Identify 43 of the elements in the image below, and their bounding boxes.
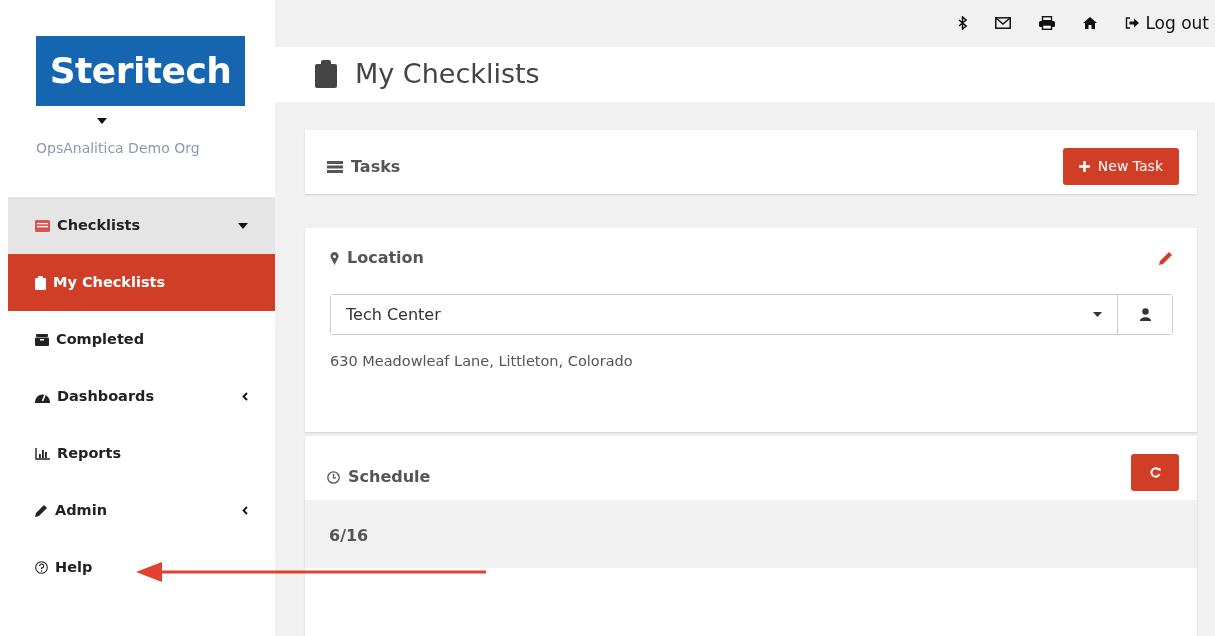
sidebar-item[interactable]: Help bbox=[8, 539, 275, 596]
panel-title: Location bbox=[347, 247, 424, 269]
map-pin-icon bbox=[330, 251, 339, 265]
sidebar-item[interactable]: Checklists bbox=[8, 197, 275, 254]
print-icon[interactable] bbox=[1039, 16, 1056, 31]
user-button[interactable] bbox=[1117, 295, 1172, 334]
sidebar-item[interactable]: Dashboards bbox=[8, 368, 275, 425]
bluetooth-icon[interactable] bbox=[958, 16, 968, 31]
chevron-icon bbox=[242, 506, 248, 515]
logout-button[interactable]: Log out bbox=[1125, 10, 1209, 37]
home-icon[interactable] bbox=[1083, 17, 1098, 30]
logo: Steritech bbox=[36, 36, 245, 106]
bar-chart-icon bbox=[35, 447, 50, 460]
help-icon bbox=[35, 561, 48, 574]
clock-icon bbox=[327, 470, 340, 484]
panel-title: Schedule bbox=[348, 466, 431, 488]
list-icon bbox=[35, 219, 50, 232]
caret-icon bbox=[1093, 312, 1102, 317]
new-task-button[interactable]: New Task bbox=[1062, 148, 1179, 185]
plus-icon bbox=[1078, 161, 1090, 172]
sidebar-item[interactable]: Reports bbox=[8, 425, 275, 482]
sidebar-item[interactable]: Admin bbox=[8, 482, 275, 539]
archive-icon bbox=[35, 333, 49, 346]
caret-icon bbox=[238, 222, 248, 229]
mail-icon[interactable] bbox=[995, 17, 1012, 30]
clipboard-icon bbox=[35, 275, 46, 290]
clipboard-icon bbox=[315, 60, 337, 89]
chevron-icon bbox=[242, 392, 248, 401]
caret-icon[interactable] bbox=[97, 118, 107, 124]
location-select[interactable]: Tech Center bbox=[330, 294, 1173, 335]
refresh-icon bbox=[1149, 467, 1161, 478]
user-icon bbox=[1139, 308, 1151, 321]
logout-icon bbox=[1125, 17, 1140, 30]
select-value: Tech Center bbox=[346, 303, 442, 326]
schedule-date: 6/16 bbox=[329, 525, 370, 547]
sidebar-item[interactable]: My Checklists bbox=[8, 254, 275, 311]
pencil-icon bbox=[35, 504, 48, 517]
sidebar-item[interactable]: Completed bbox=[8, 311, 275, 368]
panel-title: Tasks bbox=[351, 156, 401, 178]
page-title: My Checklists bbox=[355, 58, 540, 91]
list-icon bbox=[327, 161, 343, 173]
refresh-button[interactable] bbox=[1131, 454, 1179, 491]
address-text: 630 Meadowleaf Lane, Littleton, Colorado bbox=[330, 352, 634, 371]
